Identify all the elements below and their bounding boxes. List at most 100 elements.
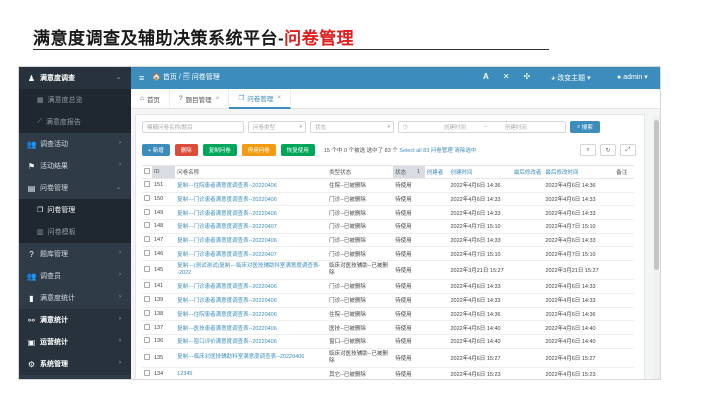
name-search-input[interactable]: 模糊问卷名称/题目	[142, 121, 244, 133]
cell-name[interactable]: 复制---门诊患者满意度调查表--20220406	[175, 293, 328, 308]
table-row[interactable]: 145 复制---(测试测试)复制---临床对医技辅助科室满意度调查表--2022…	[142, 260, 634, 281]
add-button[interactable]: + 新增	[142, 144, 170, 156]
table-row[interactable]: 147 复制---门诊患者满意度调查表--20220406 门诊--已被删除 待使用 2…	[142, 233, 634, 248]
table-row[interactable]: 137 复制---医技患者满意度调查表--20220406 医技--已被删除 待使用 2…	[142, 320, 634, 335]
select-all-link[interactable]: Select all 83 问卷管理	[399, 148, 453, 154]
table-row[interactable]: 135 复制---临床对医技辅助科室满意度调查表--20220406 临床对医技辅助…	[142, 348, 634, 368]
row-checkbox[interactable]	[144, 236, 150, 243]
row-checkbox[interactable]	[144, 181, 150, 188]
cell-empty	[424, 233, 449, 248]
column-header[interactable]: 备注	[614, 165, 634, 179]
search-button[interactable]: ⌕ 搜索	[570, 121, 600, 133]
sidebar-item[interactable]: 👥 调查员 ›	[19, 265, 131, 287]
cell-name[interactable]: 复制---门诊患者满意度调查表--20220406	[175, 205, 328, 221]
font-size-icon[interactable]: A	[483, 72, 489, 81]
row-checkbox[interactable]	[144, 282, 150, 289]
table-row[interactable]: 141 复制---门诊患者满意度调查表--20220406 门诊--已被删除 待使用 2…	[142, 279, 634, 294]
row-checkbox[interactable]	[144, 353, 150, 360]
row-checkbox[interactable]	[144, 195, 150, 202]
sidebar-item[interactable]: ▤ 问卷管理 ⌄	[19, 177, 131, 199]
table-row[interactable]: 134 12345 其它--已被删除 待使用 2022年4月6日 15:23 2022年4…	[142, 367, 634, 379]
delete-button[interactable]: 删除	[174, 144, 198, 156]
clear-selection-link[interactable]: 清除选中	[454, 148, 476, 154]
row-checkbox[interactable]	[144, 323, 150, 330]
row-checkbox[interactable]	[144, 222, 150, 229]
select-all-checkbox[interactable]	[144, 168, 150, 174]
row-checkbox[interactable]	[144, 296, 150, 303]
sidebar-item[interactable]: ▥ 问卷模板	[19, 221, 131, 243]
table-row[interactable]: 138 复制---住院患者满意度调查表--20220406 住院--已被删除 待使用 2…	[142, 307, 634, 322]
table-row[interactable]: 149 复制---门诊患者满意度调查表--20220406 门诊--已被删除 待使用 2…	[142, 205, 634, 221]
row-checkbox[interactable]	[144, 249, 150, 256]
status-select[interactable]: 状态 ▾	[310, 121, 394, 133]
cell-created: 2022年4月6日 14:36	[448, 307, 512, 322]
refresh-icon[interactable]: ↻	[600, 144, 616, 156]
column-header[interactable]: 创建时间	[448, 165, 512, 179]
sidebar-item[interactable]: ▦ 满意度总览	[19, 89, 131, 111]
column-header[interactable]: 1	[414, 165, 425, 179]
breadcrumb[interactable]: 🏠 首页 / 🗐 问卷管理	[152, 72, 219, 84]
network-icon[interactable]: ✣	[523, 72, 530, 81]
column-header[interactable]: 状态	[393, 165, 415, 179]
sidebar-item[interactable]: ❐ 问卷管理	[19, 199, 131, 221]
cell-name[interactable]: 复制---医技患者满意度调查表--20220406	[175, 320, 328, 335]
sidebar-item[interactable]: 👥 调查活动 ›	[19, 133, 131, 155]
cell-name[interactable]: 复制---窗口评价满意度调查表--20220406	[175, 334, 328, 349]
scrollbar-thumb[interactable]	[654, 120, 659, 270]
column-header[interactable]: ID	[152, 165, 176, 179]
type-select[interactable]: 问卷类型 ▾	[248, 121, 306, 133]
row-checkbox[interactable]	[144, 337, 150, 344]
close-icon[interactable]: ×	[277, 94, 281, 101]
row-checkbox[interactable]	[144, 369, 150, 376]
close-icon[interactable]: ×	[216, 95, 220, 102]
sidebar-item[interactable]: ♟ 满意度调查 ⌄	[19, 67, 131, 89]
cell-name[interactable]: 复制---住院患者满意度调查表--20220406	[175, 307, 328, 322]
sidebar-item[interactable]: ▮ 满意度统计 ›	[19, 287, 131, 309]
sidebar-item[interactable]: ▣ 运营统计 ›	[19, 331, 131, 353]
vertical-scrollbar[interactable]	[653, 114, 660, 379]
cell-name[interactable]: 12345	[175, 367, 328, 379]
sidebar-item[interactable]: ⚙ 系统管理 ›	[19, 353, 131, 375]
copy-button[interactable]: 复制问卷	[202, 144, 237, 156]
cell-created: 2022年4月6日 14:40	[448, 320, 512, 335]
column-header[interactable]: 类型状态	[327, 165, 394, 179]
cell-name[interactable]: 复制---门诊患者满意度调查表--20220407	[175, 219, 328, 234]
cell-name[interactable]: 复制---门诊患者满意度调查表--20220406	[175, 279, 328, 294]
tab-item[interactable]: ⌂ 首页	[131, 88, 170, 109]
column-header[interactable]: 最后修改者	[511, 165, 544, 179]
tab-item[interactable]: ? 题目管理 ×	[170, 88, 230, 109]
column-header[interactable]: 创建者	[424, 165, 449, 179]
date-range-input[interactable]: ◷ 创建时间 – 创建时间	[398, 121, 566, 133]
column-header[interactable]: 最后修改时间	[543, 165, 615, 179]
row-checkbox[interactable]	[144, 309, 150, 316]
theme-switch-button[interactable]: ◕ 改变主题 ▾	[551, 73, 591, 83]
table-row[interactable]: 139 复制---门诊患者满意度调查表--20220406 门诊--已被删除 待使用 2…	[142, 293, 634, 308]
search-icon[interactable]: ⌕	[580, 144, 596, 156]
disable-button[interactable]: 停用问卷	[241, 144, 276, 156]
cell-name[interactable]: 复制---门诊患者满意度调查表--20220407	[175, 246, 328, 262]
sidebar-item[interactable]: ⟋ 满意度报告	[19, 111, 131, 133]
admin-menu[interactable]: ● admin ▾	[617, 73, 648, 81]
table-row[interactable]: 150 复制---门诊患者满意度调查表--20220406 门诊--已被删除 待使用 2…	[142, 192, 634, 207]
cell-name[interactable]: 复制---门诊患者满意度调查表--20220406	[175, 233, 328, 248]
cell-name[interactable]: 复制---(测试测试)复制---临床对医技辅助科室满意度调查表--2022	[175, 260, 328, 281]
cell-empty	[511, 219, 544, 234]
tab-item[interactable]: ❐ 问卷管理 ×	[229, 88, 291, 109]
expand-icon[interactable]: ⤢	[620, 144, 636, 156]
sidebar-item[interactable]: ⚑ 活动结果 ›	[19, 155, 131, 177]
cell-name[interactable]: 复制---住院患者满意度调查表--20220406	[175, 178, 328, 193]
row-checkbox[interactable]	[144, 266, 150, 273]
hamburger-menu-icon[interactable]: ≡	[139, 73, 144, 83]
table-row[interactable]: 136 复制---窗口评价满意度调查表--20220406 窗口--已被删除 待使用 2…	[142, 334, 634, 349]
enable-button[interactable]: 恢复使用	[280, 144, 315, 156]
table-row[interactable]: 151 复制---住院患者满意度调查表--20220406 住院--已被删除 待使用 2…	[142, 178, 634, 193]
sidebar-item[interactable]: ⚯ 满意统计 ›	[19, 309, 131, 331]
cell-name[interactable]: 复制---门诊患者满意度调查表--20220406	[175, 192, 328, 207]
cell-name[interactable]: 复制---临床对医技辅助科室满意度调查表--20220406	[175, 348, 328, 368]
table-row[interactable]: 148 复制---门诊患者满意度调查表--20220407 门诊--已被删除 待使用 2…	[142, 219, 634, 234]
column-header[interactable]: 问卷名称	[175, 165, 328, 179]
row-checkbox[interactable]	[144, 208, 150, 215]
fullscreen-icon[interactable]: ✕	[503, 72, 510, 81]
sidebar-item[interactable]: ? 题库管理 ›	[19, 243, 131, 265]
table-row[interactable]: 146 复制---门诊患者满意度调查表--20220407 门诊--已被删除 待使用 2…	[142, 246, 634, 262]
